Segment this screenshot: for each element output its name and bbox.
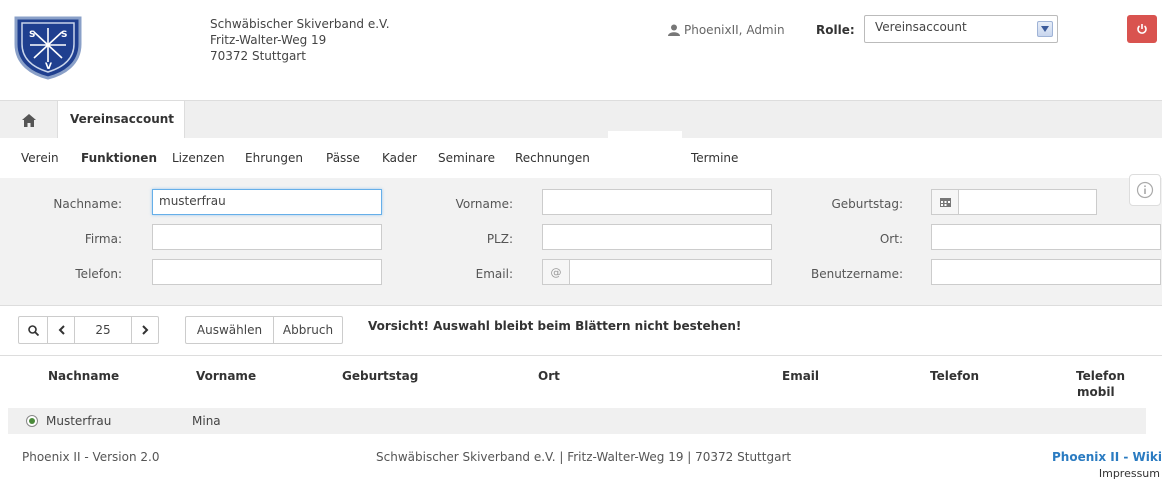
nachname-label: Nachname: <box>53 197 122 211</box>
benutzername-input[interactable] <box>931 259 1161 285</box>
benutzername-label: Benutzername: <box>810 267 903 281</box>
firma-label: Firma: <box>84 232 122 246</box>
page-footer: Phoenix II - Version 2.0 Schwäbischer Sk… <box>0 434 1162 480</box>
menu-item-seminare[interactable]: Seminare <box>438 151 495 165</box>
menu-item-ehrungen[interactable]: Ehrungen <box>245 151 303 165</box>
results-table-header: Nachname Vorname Geburtstag Ort Email Te… <box>0 356 1162 408</box>
power-icon <box>1137 24 1147 34</box>
ort-label: Ort: <box>879 232 903 246</box>
address-line-1: Schwäbischer Skiverband e.V. <box>210 17 390 31</box>
search-icon <box>27 324 39 336</box>
vorname-input[interactable] <box>542 189 772 215</box>
impressum-link[interactable]: Impressum <box>1099 467 1160 480</box>
plz-input[interactable] <box>542 224 772 250</box>
home-icon <box>22 113 36 127</box>
chevron-left-icon <box>58 325 65 335</box>
results-toolbar: 25 Auswählen Abbruch Vorsicht! Auswahl b… <box>0 306 1162 356</box>
calendar-icon <box>939 198 951 207</box>
column-header-vorname[interactable]: Vorname <box>196 368 256 384</box>
menu-item-termine[interactable]: Termine <box>691 151 738 165</box>
cell-vorname: Mina <box>192 414 221 428</box>
section-menu: Verein Funktionen Lizenzen Ehrungen Päss… <box>0 131 1162 178</box>
chevron-down-icon[interactable] <box>1037 21 1053 37</box>
logout-button[interactable] <box>1127 15 1157 43</box>
cell-nachname: Musterfrau <box>46 414 112 428</box>
firma-input[interactable] <box>152 224 382 250</box>
table-row[interactable]: Musterfrau Mina <box>8 408 1146 434</box>
rolle-label: Rolle: <box>816 23 855 37</box>
previous-page-button[interactable] <box>47 316 75 344</box>
logo-letter-s1: S <box>29 30 35 40</box>
ssv-logo[interactable]: S S V <box>12 14 84 80</box>
info-icon <box>1136 181 1154 199</box>
footer-version: Phoenix II - Version 2.0 <box>22 450 160 464</box>
telefon-label: Telefon: <box>75 267 122 281</box>
menu-item-lizenzen[interactable]: Lizenzen <box>172 151 225 165</box>
nachname-value: musterfrau <box>159 194 226 208</box>
address-line-3: 70372 Stuttgart <box>210 49 306 63</box>
rolle-select[interactable]: Vereinsaccount <box>864 15 1058 43</box>
chevron-right-icon <box>141 325 148 335</box>
user-icon <box>668 24 680 36</box>
home-tab[interactable] <box>12 109 46 131</box>
column-header-ort[interactable]: Ort <box>538 368 560 384</box>
geburtstag-input[interactable] <box>958 189 1097 215</box>
auswaehlen-button[interactable]: Auswählen <box>185 316 274 344</box>
rolle-selected-value: Vereinsaccount <box>875 20 967 34</box>
page-header: S S V Schwäbischer Skiverband e.V. Fritz… <box>0 0 1162 100</box>
info-button[interactable] <box>1129 174 1161 206</box>
footer-address: Schwäbischer Skiverband e.V. | Fritz-Wal… <box>376 450 792 464</box>
logo-letter-s2: S <box>61 30 67 40</box>
org-address: Schwäbischer Skiverband e.V. Fritz-Walte… <box>210 16 390 64</box>
selection-warning: Vorsicht! Auswahl bleibt beim Blättern n… <box>368 319 742 333</box>
nachname-input[interactable]: musterfrau <box>152 189 382 215</box>
tab-bar: Vereinsaccount <box>0 100 1162 140</box>
geburtstag-label: Geburtstag: <box>831 197 903 211</box>
email-label: Email: <box>475 267 513 281</box>
column-header-telefon-mobil-line1: Telefon <box>1076 369 1125 383</box>
page-size-field[interactable]: 25 <box>74 316 132 344</box>
wiki-link[interactable]: Phoenix II - Wiki <box>1052 450 1162 464</box>
column-header-email[interactable]: Email <box>782 368 819 384</box>
ort-input[interactable] <box>931 224 1161 250</box>
calendar-addon[interactable] <box>931 189 959 215</box>
current-user[interactable]: PhoenixII, Admin <box>668 23 785 37</box>
menu-item-funktionen[interactable]: Funktionen <box>81 151 157 165</box>
user-name: PhoenixII, Admin <box>684 23 785 37</box>
column-header-telefon[interactable]: Telefon <box>930 368 979 384</box>
next-page-button[interactable] <box>131 316 159 344</box>
at-icon: @ <box>550 265 562 279</box>
email-addon: @ <box>542 259 570 285</box>
vorname-label: Vorname: <box>455 197 513 211</box>
menu-item-kader[interactable]: Kader <box>382 151 417 165</box>
search-button[interactable] <box>18 316 48 344</box>
column-header-nachname[interactable]: Nachname <box>48 368 119 384</box>
search-filter-panel: Nachname: musterfrau Vorname: Geburtstag… <box>0 178 1162 306</box>
column-header-telefon-mobil-line2: mobil <box>1077 385 1115 399</box>
menu-item-rechnungen[interactable]: Rechnungen <box>515 151 590 165</box>
column-header-geburtstag[interactable]: Geburtstag <box>342 368 418 384</box>
email-input[interactable] <box>569 259 772 285</box>
row-select-radio[interactable] <box>26 415 38 427</box>
logo-letter-v: V <box>45 62 52 72</box>
address-line-2: Fritz-Walter-Weg 19 <box>210 33 327 47</box>
page-size-value: 25 <box>95 323 111 337</box>
tab-vereinsaccount[interactable]: Vereinsaccount <box>57 101 185 140</box>
column-header-telefon-mobil[interactable]: Telefon mobil <box>1076 368 1125 400</box>
telefon-input[interactable] <box>152 259 382 285</box>
menu-item-verein[interactable]: Verein <box>21 151 59 165</box>
redacted-area <box>608 131 682 173</box>
menu-item-paesse[interactable]: Pässe <box>326 151 360 165</box>
plz-label: PLZ: <box>486 232 513 246</box>
abbruch-button[interactable]: Abbruch <box>273 316 343 344</box>
